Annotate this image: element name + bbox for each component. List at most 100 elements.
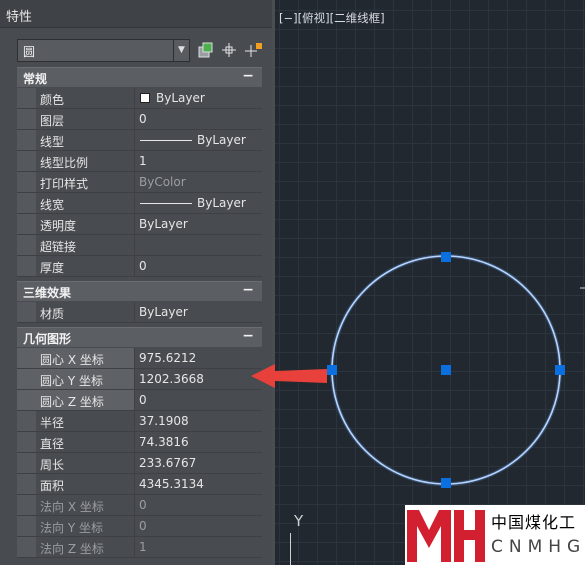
logo-text-en: CNMHG: [491, 537, 585, 557]
property-row-linetype[interactable]: 线型 ByLayer: [17, 130, 262, 151]
grip-bottom[interactable]: [441, 478, 451, 488]
row-gutter: [17, 302, 36, 322]
property-key: 法向 Z 坐标: [36, 537, 135, 557]
property-value: 0: [136, 495, 262, 515]
row-gutter: [17, 516, 36, 536]
chevron-down-icon[interactable]: ▼: [173, 40, 189, 61]
property-value-label: ByLayer: [156, 91, 205, 105]
property-key: 面积: [36, 474, 135, 494]
property-key-label: 打印样式: [40, 177, 89, 191]
property-row-normal-z[interactable]: 法向 Z 坐标 1: [17, 537, 262, 558]
property-key: 材质: [36, 302, 135, 322]
property-value[interactable]: ByLayer: [136, 302, 262, 322]
property-row-area[interactable]: 面积 4345.3134: [17, 474, 262, 495]
property-row-normal-x[interactable]: 法向 X 坐标 0: [17, 495, 262, 516]
logo-mark-icon: [407, 510, 485, 562]
property-row-center-z[interactable]: 圆心 Z 坐标 0: [17, 390, 262, 411]
property-row-lineweight[interactable]: 线宽 ByLayer: [17, 193, 262, 214]
property-key-label: 法向 Z 坐标: [40, 542, 104, 556]
property-value[interactable]: 1: [136, 151, 262, 171]
property-key: 超链接: [36, 235, 135, 255]
property-key-label: 厚度: [40, 261, 65, 275]
property-value[interactable]: 74.3816: [136, 432, 262, 452]
row-gutter: [17, 214, 36, 234]
section-title: 三维效果: [23, 286, 72, 300]
section-title: 常规: [23, 72, 48, 86]
property-value-label: ByLayer: [139, 217, 188, 231]
property-value[interactable]: ByLayer: [136, 193, 262, 213]
property-row-normal-y[interactable]: 法向 Y 坐标 0: [17, 516, 262, 537]
row-gutter: [17, 88, 36, 108]
property-row-radius[interactable]: 半径 37.1908: [17, 411, 262, 432]
quick-select-icon[interactable]: [196, 41, 216, 61]
property-value[interactable]: 37.1908: [136, 411, 262, 431]
collapse-icon[interactable]: −: [242, 282, 254, 298]
property-key-label: 法向 X 坐标: [40, 500, 104, 514]
section-general-header[interactable]: 常规 −: [17, 67, 262, 87]
property-value-label: 0: [139, 112, 147, 126]
property-row-diameter[interactable]: 直径 74.3816: [17, 432, 262, 453]
color-swatch-icon: [140, 93, 150, 103]
property-row-circumference[interactable]: 周长 233.6767: [17, 453, 262, 474]
property-key-label: 材质: [40, 307, 65, 321]
property-value[interactable]: ByLayer: [136, 130, 262, 150]
drawing-viewport[interactable]: [−][俯视][二维线框] Y: [275, 0, 585, 565]
property-key: 打印样式: [36, 172, 135, 192]
property-key: 法向 X 坐标: [36, 495, 135, 515]
property-key: 图层: [36, 109, 135, 129]
property-row-linetype-scale[interactable]: 线型比例 1: [17, 151, 262, 172]
row-gutter: [17, 109, 36, 129]
select-objects-icon[interactable]: [244, 41, 264, 61]
property-row-center-y[interactable]: 圆心 Y 坐标 1202.3668: [17, 369, 262, 390]
grip-top[interactable]: [441, 252, 451, 262]
property-key: 透明度: [36, 214, 135, 234]
property-key: 线宽: [36, 193, 135, 213]
property-row-center-x[interactable]: 圆心 X 坐标 975.6212: [17, 348, 262, 369]
collapse-icon[interactable]: −: [242, 68, 254, 84]
row-gutter: [17, 411, 36, 431]
property-key: 圆心 Z 坐标: [36, 390, 135, 410]
row-gutter: [17, 369, 36, 389]
property-key-label: 颜色: [40, 93, 65, 107]
property-row-transparency[interactable]: 透明度 ByLayer: [17, 214, 262, 235]
palette-title-bar[interactable]: 特性: [0, 0, 272, 28]
property-row-thickness[interactable]: 厚度 0: [17, 256, 262, 277]
grip-center[interactable]: [441, 365, 451, 375]
property-key-label: 圆心 X 坐标: [40, 353, 104, 367]
property-row-plot-style[interactable]: 打印样式 ByColor: [17, 172, 262, 193]
property-key: 厚度: [36, 256, 135, 276]
property-value[interactable]: [136, 235, 262, 255]
property-value[interactable]: 975.6212: [136, 348, 262, 368]
object-type-dropdown[interactable]: 圆 ▼: [17, 39, 190, 62]
property-value[interactable]: 233.6767: [136, 453, 262, 473]
property-key: 线型比例: [36, 151, 135, 171]
property-row-color[interactable]: 颜色 ByLayer: [17, 88, 262, 109]
property-value-label: 1: [139, 540, 147, 554]
pickadd-icon[interactable]: [219, 41, 239, 61]
property-value-label: 74.3816: [139, 435, 189, 449]
property-value[interactable]: 4345.3134: [136, 474, 262, 494]
property-value: ByColor: [136, 172, 262, 192]
property-key-label: 透明度: [40, 219, 77, 233]
property-key-label: 线型: [40, 135, 65, 149]
property-row-hyperlink[interactable]: 超链接: [17, 235, 262, 256]
property-key-label: 周长: [40, 458, 65, 472]
property-value[interactable]: ByLayer: [136, 88, 262, 108]
property-value: 1: [136, 537, 262, 557]
property-key-label: 线宽: [40, 198, 65, 212]
property-row-layer[interactable]: 图层 0: [17, 109, 262, 130]
property-key-label: 圆心 Y 坐标: [40, 374, 103, 388]
property-value[interactable]: 1202.3668: [136, 369, 262, 389]
section-geometry-header[interactable]: 几何图形 −: [17, 327, 262, 347]
section-3d-effects-header[interactable]: 三维效果 −: [17, 281, 262, 301]
property-value[interactable]: 0: [136, 390, 262, 410]
property-value[interactable]: 0: [136, 109, 262, 129]
collapse-icon[interactable]: −: [242, 328, 254, 344]
property-row-material[interactable]: 材质 ByLayer: [17, 302, 262, 323]
property-key: 周长: [36, 453, 135, 473]
property-value[interactable]: 0: [136, 256, 262, 276]
property-key-label: 法向 Y 坐标: [40, 521, 103, 535]
grip-right[interactable]: [555, 365, 565, 375]
property-value-label: 0: [139, 259, 147, 273]
property-value[interactable]: ByLayer: [136, 214, 262, 234]
